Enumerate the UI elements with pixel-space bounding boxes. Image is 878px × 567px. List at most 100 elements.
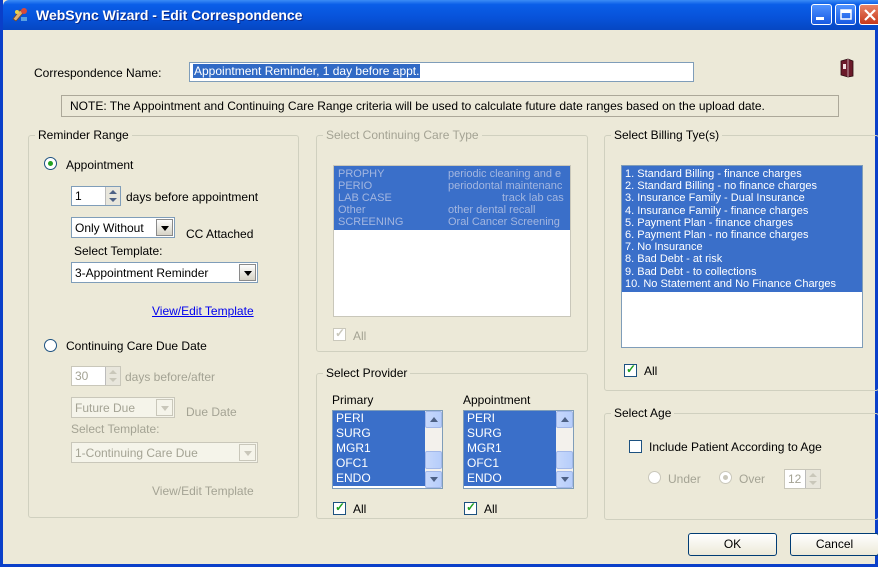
appointment-provider-list[interactable]: PERI SURG MGR1 OFC1 ENDO: [463, 410, 574, 489]
appointment-provider-label: Appointment: [463, 393, 531, 407]
cc-type-item[interactable]: PERIO periodontal maintenanc: [334, 180, 570, 192]
age-title: Select Age: [611, 406, 675, 420]
primary-provider-item[interactable]: MGR1: [333, 441, 425, 456]
billing-title: Select Billing Tye(s): [611, 128, 723, 142]
ok-button[interactable]: OK: [688, 533, 777, 556]
appointment-radio[interactable]: [44, 157, 57, 170]
primary-provider-item[interactable]: OFC1: [333, 456, 425, 471]
billing-item[interactable]: 3. Insurance Family - Dual Insurance: [622, 192, 862, 204]
cc-type-item[interactable]: PROPHY periodic cleaning and e: [334, 168, 570, 180]
billing-item[interactable]: 9. Bad Debt - to collections: [622, 266, 862, 278]
scroll-thumb[interactable]: [425, 451, 442, 469]
spin-up-icon[interactable]: [109, 370, 117, 374]
appointment-view-edit-template-link[interactable]: View/Edit Template: [152, 304, 254, 318]
cc-type-code: LAB CASE: [338, 192, 392, 204]
cc-type-list[interactable]: PROPHY periodic cleaning and e PERIO period…: [333, 165, 571, 317]
days-before-appointment-label: days before appointment: [126, 190, 259, 204]
scroll-up-icon[interactable]: [425, 411, 442, 428]
chevron-down-icon[interactable]: [156, 219, 173, 236]
spin-down-icon[interactable]: [809, 481, 817, 485]
primary-all-checkbox[interactable]: [333, 500, 346, 515]
appointment-provider-scrollbar[interactable]: [556, 411, 573, 488]
cc-template-select[interactable]: 1-Continuing Care Due: [71, 442, 258, 463]
due-date-select[interactable]: Future Due: [71, 397, 175, 418]
chevron-down-icon[interactable]: [239, 264, 256, 281]
billing-item[interactable]: 2. Standard Billing - no finance charges: [622, 180, 862, 192]
cc-type-all-label: All: [353, 329, 367, 343]
primary-provider-label: Primary: [332, 393, 374, 407]
over-label: Over: [739, 472, 766, 486]
under-label: Under: [668, 472, 701, 486]
appointment-template-value: 3-Appointment Reminder: [75, 266, 209, 280]
book-icon[interactable]: [839, 58, 855, 78]
include-age-label: Include Patient According to Age: [649, 440, 822, 454]
primary-provider-scrollbar[interactable]: [425, 411, 442, 488]
billing-item[interactable]: 7. No Insurance: [622, 241, 862, 253]
cc-view-edit-template-link[interactable]: View/Edit Template: [152, 484, 254, 498]
cancel-button[interactable]: Cancel: [790, 533, 878, 556]
cc-template-label: Select Template:: [71, 422, 160, 436]
chevron-down-icon[interactable]: [156, 399, 173, 416]
billing-item[interactable]: 5. Payment Plan - finance charges: [622, 217, 862, 229]
cc-type-description: track lab cas: [502, 192, 564, 204]
billing-item[interactable]: 1. Standard Billing - finance charges: [622, 168, 862, 180]
billing-item[interactable]: 4. Insurance Family - finance charges: [622, 205, 862, 217]
primary-provider-item[interactable]: PERI: [333, 411, 425, 426]
continuing-care-radio[interactable]: [44, 339, 57, 352]
age-spinner[interactable]: 12: [784, 469, 821, 489]
close-button[interactable]: [859, 4, 878, 25]
appointment-provider-item[interactable]: OFC1: [464, 456, 556, 471]
primary-provider-item[interactable]: ENDO: [333, 471, 425, 486]
correspondence-name-input[interactable]: Appointment Reminder, 1 day before appt.: [189, 62, 694, 82]
cc-type-all-checkbox[interactable]: [333, 326, 346, 341]
spin-up-icon[interactable]: [109, 190, 117, 194]
chevron-down-icon[interactable]: [239, 444, 256, 461]
billing-all-label: All: [644, 364, 658, 378]
billing-item[interactable]: 8. Bad Debt - at risk: [622, 253, 862, 265]
appointment-provider-item[interactable]: MGR1: [464, 441, 556, 456]
spinner-arrows[interactable]: [105, 187, 120, 205]
reminder-range-title: Reminder Range: [35, 128, 132, 142]
appointment-template-label: Select Template:: [74, 244, 163, 258]
minimize-button[interactable]: [811, 4, 832, 25]
appointment-template-select[interactable]: 3-Appointment Reminder: [71, 262, 258, 283]
close-icon: [864, 9, 876, 21]
cc-attached-select[interactable]: Only Without: [71, 217, 175, 238]
cc-type-item[interactable]: Other other dental recall: [334, 204, 570, 216]
spin-up-icon[interactable]: [809, 473, 817, 477]
appointment-provider-item[interactable]: SURG: [464, 426, 556, 441]
maximize-button[interactable]: [835, 4, 856, 25]
cc-days-value: 30: [75, 369, 89, 383]
appointment-all-checkbox[interactable]: [464, 500, 477, 515]
cc-type-item[interactable]: LAB CASE track lab cas: [334, 192, 570, 204]
title-bar[interactable]: WebSync Wizard - Edit Correspondence: [3, 0, 878, 30]
cc-type-code: SCREENING: [338, 216, 404, 228]
primary-provider-item[interactable]: SURG: [333, 426, 425, 441]
cc-days-spinner[interactable]: 30: [71, 366, 121, 386]
over-radio[interactable]: [719, 471, 732, 484]
scroll-down-icon[interactable]: [556, 471, 573, 488]
spinner-arrows[interactable]: [105, 367, 120, 385]
provider-title: Select Provider: [323, 366, 411, 380]
include-age-checkbox[interactable]: [629, 440, 642, 453]
maximize-icon: [840, 9, 852, 20]
spin-down-icon[interactable]: [109, 378, 117, 382]
under-radio[interactable]: [648, 471, 661, 484]
cc-type-item[interactable]: SCREENING Oral Cancer Screening: [334, 216, 570, 228]
primary-provider-list[interactable]: PERI SURG MGR1 OFC1 ENDO: [332, 410, 443, 489]
appointment-provider-item[interactable]: PERI: [464, 411, 556, 426]
days-before-appointment-spinner[interactable]: 1: [71, 186, 121, 206]
scroll-down-icon[interactable]: [425, 471, 442, 488]
appointment-provider-item[interactable]: ENDO: [464, 471, 556, 486]
cc-type-description: periodontal maintenanc: [448, 180, 563, 192]
billing-list[interactable]: 1. Standard Billing - finance charges 2. …: [621, 165, 863, 348]
billing-item[interactable]: 10. No Statement and No Finance Charges: [622, 278, 862, 290]
spinner-arrows[interactable]: [805, 470, 820, 488]
scroll-up-icon[interactable]: [556, 411, 573, 428]
cc-template-value: 1-Continuing Care Due: [75, 446, 198, 460]
scroll-thumb[interactable]: [556, 451, 573, 469]
billing-item[interactable]: 6. Payment Plan - no finance charges: [622, 229, 862, 241]
spin-down-icon[interactable]: [109, 198, 117, 202]
billing-all-checkbox[interactable]: [624, 362, 637, 377]
continuing-care-label: Continuing Care Due Date: [66, 339, 207, 353]
